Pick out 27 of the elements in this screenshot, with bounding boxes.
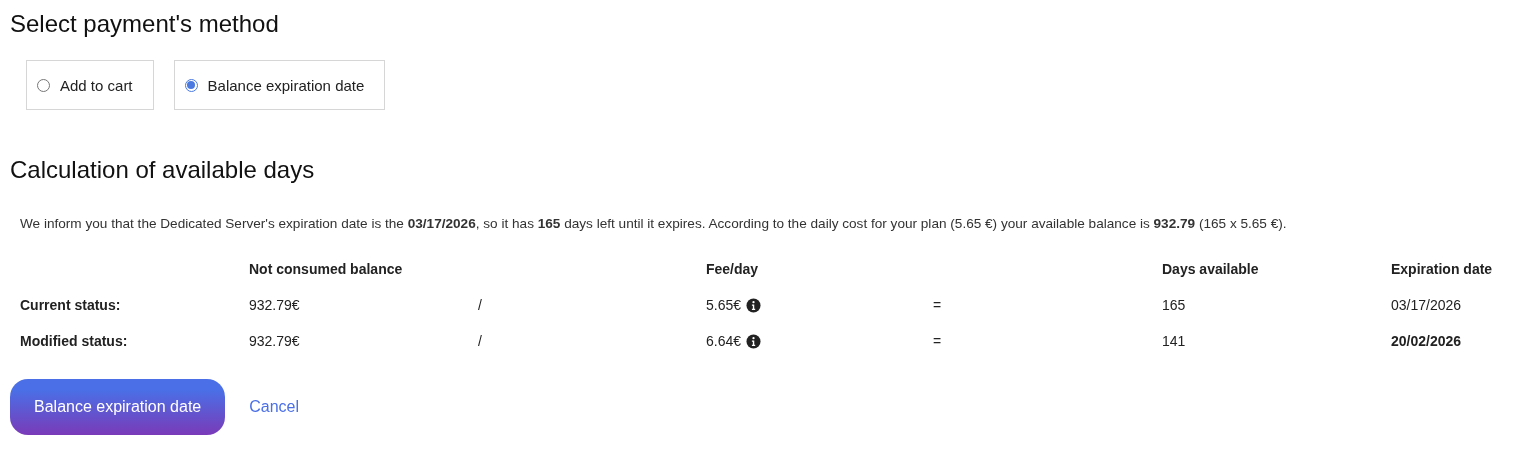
primary-button[interactable]: Balance expiration date [10,379,226,435]
operator-text: = [933,296,943,315]
table-cell-text: 141 [1162,332,1187,351]
column-header: Fee/day [706,260,760,279]
radio-option[interactable]: Balance expiration date [173,60,386,110]
row-label: Modified status: [20,332,129,351]
radio-option[interactable]: Add to cart [26,60,154,110]
column-header: Days available [1162,260,1260,279]
table-cell-text: 165 [1162,296,1187,315]
operator-text: / [478,296,483,315]
row-label: Current status: [20,296,122,315]
operator-text: = [933,332,943,351]
cancel-link[interactable]: Cancel [249,398,300,416]
section-title: Calculation of available days [10,155,316,185]
table-cell-text: 932.79€ [249,296,301,315]
info-paragraph: We inform you that the Dedicated Server's expiration date is the 03/17/2026, so it has 165 days left until it expires. According to the daily cost for your plan (5.65 €) your available balance is 932.79 (165 x 5.65 €). [20,216,1288,231]
table-cell: 5.65€ [706,297,742,313]
operator-text: / [478,332,483,351]
table-cell-text: 03/17/2026 [1391,296,1463,315]
section-title: Select payment's method [10,9,280,39]
info-icon[interactable] [746,333,762,349]
table-cell-text: 932.79€ [249,332,301,351]
info-icon[interactable] [746,297,762,313]
column-header: Expiration date [1391,260,1494,279]
table-cell-text: 20/02/2026 [1391,332,1463,351]
column-header: Not consumed balance [249,260,404,279]
table-cell: 6.64€ [706,333,742,349]
